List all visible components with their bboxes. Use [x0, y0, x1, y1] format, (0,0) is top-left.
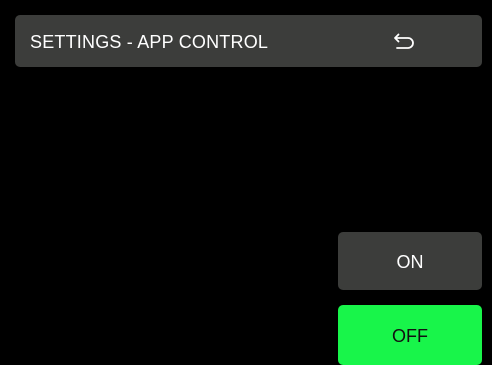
back-arrow-icon: [393, 31, 417, 51]
app-control-screen: SETTINGS - APP CONTROL ON OFF: [0, 0, 492, 365]
off-button-label: OFF: [392, 326, 428, 346]
on-button[interactable]: ON: [338, 232, 482, 290]
header-bar: SETTINGS - APP CONTROL: [15, 15, 482, 67]
page-title: SETTINGS - APP CONTROL: [30, 32, 269, 52]
on-button-label: ON: [396, 252, 424, 272]
back-button[interactable]: [387, 23, 423, 59]
off-button[interactable]: OFF: [338, 305, 482, 365]
